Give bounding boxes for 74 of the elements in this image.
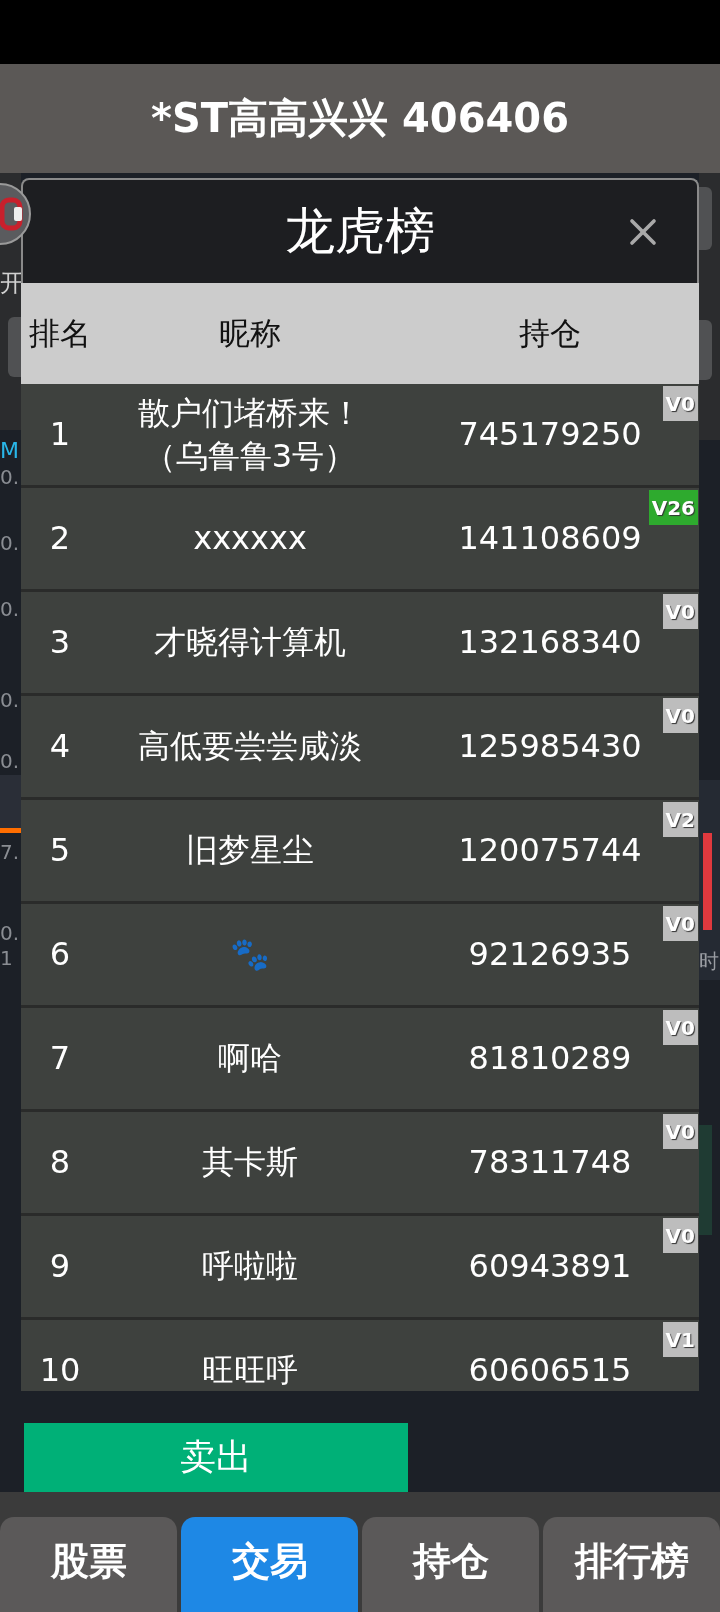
level-badge: V0 xyxy=(662,1218,698,1253)
column-header: 昵称 xyxy=(219,313,281,353)
column-header: 排名 xyxy=(29,313,91,353)
level-badge: V0 xyxy=(662,594,698,629)
holding-text: 92126935 xyxy=(468,934,632,975)
level-badge: V0 xyxy=(662,698,698,733)
rank-text: 8 xyxy=(49,1142,71,1183)
axis-label: 0. xyxy=(0,532,20,555)
nav-tab[interactable]: 持仓 xyxy=(362,1517,539,1612)
table-row[interactable]: 2 xxxxxx 141108609 V26 xyxy=(21,488,699,592)
table-row[interactable]: 4 高低要尝尝咸淡 125985430 V0 xyxy=(21,696,699,800)
table-row[interactable]: 7 啊哈 81810289 V0 xyxy=(21,1008,699,1112)
axis-label: 0. xyxy=(0,466,20,489)
table-row[interactable]: 9 呼啦啦 60943891 V0 xyxy=(21,1216,699,1320)
axis-label: 0. xyxy=(0,922,20,945)
dialog-title: 龙虎榜 xyxy=(285,201,435,262)
axis-label: 7. xyxy=(0,841,20,864)
table-row[interactable]: 8 其卡斯 78311748 V0 xyxy=(21,1112,699,1216)
nickname-text: xxxxxx xyxy=(193,518,307,559)
holding-text: 81810289 xyxy=(468,1038,632,1079)
rank-text: 9 xyxy=(49,1246,71,1287)
holding-text: 125985430 xyxy=(458,726,642,767)
level-badge: V26 xyxy=(648,490,698,525)
holding-text: 60943891 xyxy=(468,1246,632,1287)
holding-text: 120075744 xyxy=(458,830,642,871)
nickname-text: 啊哈 xyxy=(218,1038,282,1079)
rank-text: 7 xyxy=(49,1038,71,1079)
level-badge: V0 xyxy=(662,1010,698,1045)
label-text: 时 xyxy=(699,950,719,973)
rank-text: 3 xyxy=(49,622,71,663)
level-badge: V0 xyxy=(662,386,698,421)
table-row[interactable]: 6 🐾 92126935 V0 xyxy=(21,904,699,1008)
input-field[interactable] xyxy=(8,317,21,377)
column-header: 持仓 xyxy=(519,313,581,353)
rank-text: 2 xyxy=(49,518,71,559)
nickname-text: 散户们堵桥来！（乌鲁鲁3号） xyxy=(137,392,363,477)
rank-text: 5 xyxy=(49,830,71,871)
table-row[interactable]: 1 散户们堵桥来！（乌鲁鲁3号） 745179250 V0 xyxy=(21,384,699,488)
table-row[interactable]: 5 旧梦星尘 120075744 V2 xyxy=(21,800,699,904)
nickname-text: 旺旺呼 xyxy=(202,1350,298,1391)
level-badge: V0 xyxy=(662,1114,698,1149)
axis-label: 0. xyxy=(0,598,20,621)
nickname-text: 才晓得计算机 xyxy=(154,622,346,663)
level-badge: V2 xyxy=(662,802,698,837)
rank-text: 6 xyxy=(49,934,71,975)
nickname-text: 高低要尝尝咸淡 xyxy=(138,726,362,767)
holding-text: 141108609 xyxy=(458,518,642,559)
rank-text: 4 xyxy=(49,726,71,767)
holding-text: 60606515 xyxy=(468,1350,632,1391)
nickname-text: 旧梦星尘 xyxy=(186,830,314,871)
nickname-text: 🐾 xyxy=(230,934,270,975)
axis-label: 0. xyxy=(0,689,20,712)
level-badge: V1 xyxy=(662,1322,698,1357)
rank-text: 10 xyxy=(39,1350,81,1391)
axis-label: 0. xyxy=(0,750,20,773)
page-title: *ST高高兴兴 406406 xyxy=(151,94,569,143)
nav-tab[interactable]: 排行榜 xyxy=(543,1517,720,1612)
holding-text: 132168340 xyxy=(458,622,642,663)
table-row[interactable]: 3 才晓得计算机 132168340 V0 xyxy=(21,592,699,696)
level-badge: V0 xyxy=(662,906,698,941)
chart-label: M xyxy=(0,438,19,463)
table-row[interactable]: 10 旺旺呼 60606515 V1 xyxy=(21,1320,699,1391)
axis-label: 1 xyxy=(0,947,13,970)
input-field[interactable] xyxy=(699,320,712,380)
section-underline xyxy=(0,828,21,833)
nickname-text: 呼啦啦 xyxy=(202,1246,298,1287)
nav-tab[interactable]: 股票 xyxy=(0,1517,177,1612)
nav-tab[interactable]: 交易 xyxy=(181,1517,358,1612)
label-text: 开 xyxy=(0,270,24,297)
input-field[interactable] xyxy=(699,187,712,250)
holding-text: 745179250 xyxy=(458,414,642,455)
nickname-text: 其卡斯 xyxy=(202,1142,298,1183)
holding-text: 78311748 xyxy=(468,1142,632,1183)
rank-text: 1 xyxy=(49,414,71,455)
